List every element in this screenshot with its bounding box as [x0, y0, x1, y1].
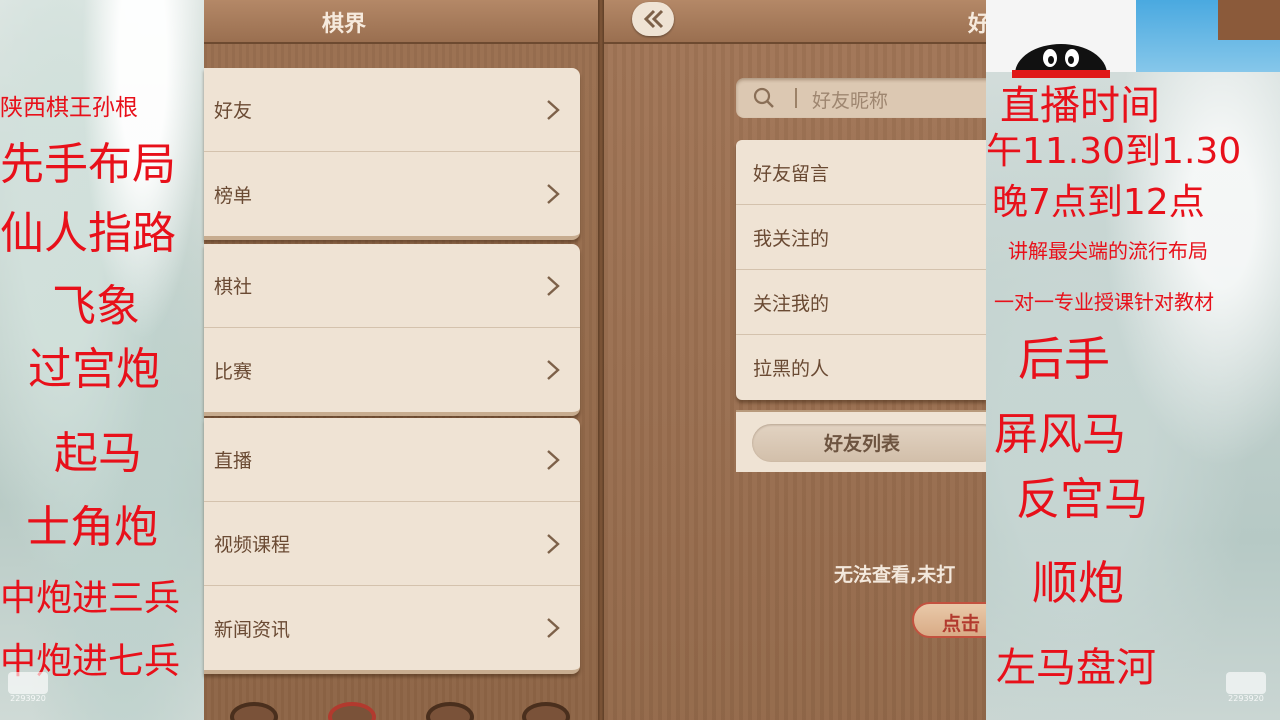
chevron-right-icon [547, 360, 560, 380]
menu-item-news[interactable]: 新闻资讯 [204, 586, 580, 670]
overlay-defense: 后手 [1018, 332, 1110, 386]
left-app-screen: 棋界 好友 榜单 棋社 比赛 直播 视频课程 新闻资讯 [204, 0, 598, 720]
search-input[interactable]: 好友昵称 [736, 78, 996, 118]
watermark: 2293920 [8, 672, 48, 703]
friend-menu-item-following[interactable]: 我关注的 [736, 205, 986, 270]
friend-menu-item-messages[interactable]: 好友留言 [736, 140, 986, 205]
watermark-logo-icon [1226, 672, 1266, 694]
overlay-opening: 飞象 [52, 281, 140, 332]
overlay-opening: 仙人指路 [0, 208, 176, 259]
empty-state-message: 无法查看,未打 [834, 564, 956, 586]
friend-list-button[interactable]: 好友列表 [752, 424, 1002, 462]
frame-edge [1218, 0, 1280, 40]
right-app-screen: 好 好友昵称 好友留言 我关注的 关注我的 拉黑的人 好友列表 无法查看,未打 … [604, 0, 1002, 720]
menu-item-label: 直播 [214, 450, 253, 472]
overlay-opening: 过宫炮 [28, 344, 160, 395]
bottom-nav-icon[interactable] [522, 702, 570, 720]
qq-penguin-icon [1012, 44, 1110, 78]
menu-item-label: 棋社 [214, 276, 253, 298]
overlay-note: 讲解最尖端的流行布局 [1008, 239, 1208, 263]
chevron-right-icon [547, 618, 560, 638]
friend-menu: 好友留言 我关注的 关注我的 拉黑的人 [736, 140, 986, 400]
chevron-right-icon [547, 449, 560, 470]
menu-item-label: 榜单 [214, 184, 253, 207]
action-button-label: 点击 [942, 613, 981, 635]
chevron-right-icon [547, 184, 560, 204]
right-overlay-panel: 直播时间 午11.30到1.30 晚7点到12点 讲解最尖端的流行布局 一对一专… [986, 0, 1280, 720]
bottom-nav-icon[interactable] [230, 702, 278, 720]
friend-list-bar: 好友列表 [736, 410, 1002, 472]
bottom-nav-icon[interactable] [328, 702, 376, 720]
chevron-right-icon [547, 275, 560, 296]
overlay-opening: 起马 [54, 428, 142, 479]
top-bar: 棋界 [204, 0, 598, 44]
overlay-defense: 左马盘河 [996, 645, 1156, 691]
search-placeholder: 好友昵称 [812, 90, 889, 112]
overlay-opening: 先手布局 [0, 139, 176, 190]
menu-item-friends[interactable]: 好友 [204, 68, 580, 152]
menu-group-3: 直播 视频课程 新闻资讯 [204, 418, 580, 674]
menu-item-clubs[interactable]: 棋社 [204, 244, 580, 328]
search-separator [795, 88, 797, 108]
menu-item-rankings[interactable]: 榜单 [204, 152, 580, 236]
menu-item-label: 新闻资讯 [214, 618, 291, 641]
overlay-schedule: 晚7点到12点 [992, 182, 1205, 223]
menu-item-video-courses[interactable]: 视频课程 [204, 502, 580, 586]
menu-item-matches[interactable]: 比赛 [204, 328, 580, 412]
top-bar: 好 [604, 0, 990, 44]
watermark-text: 2293920 [1228, 694, 1264, 703]
watermark: 2293920 [1226, 672, 1266, 703]
overlay-schedule: 午11.30到1.30 [986, 131, 1242, 172]
chevron-right-icon [547, 99, 560, 120]
menu-item-live[interactable]: 直播 [204, 418, 580, 502]
friend-menu-item-followers[interactable]: 关注我的 [736, 270, 986, 335]
menu-group-1: 好友 榜单 [204, 68, 580, 240]
overlay-defense: 屏风马 [994, 409, 1126, 460]
watermark-logo-icon [8, 672, 48, 694]
overlay-defense: 反宫马 [1016, 474, 1148, 525]
search-icon [753, 87, 774, 108]
menu-group-2: 棋社 比赛 [204, 244, 580, 416]
overlay-opening: 士角炮 [26, 502, 158, 553]
menu-item-label: 好友 [214, 100, 253, 122]
menu-item-label: 比赛 [214, 360, 253, 383]
back-button[interactable] [632, 2, 674, 36]
overlay-opening: 中炮进三兵 [0, 578, 181, 619]
overlay-title: 陕西棋王孙根 [0, 95, 138, 121]
page-title: 棋界 [322, 12, 367, 37]
watermark-text: 2293920 [10, 694, 46, 703]
chevron-right-icon [547, 533, 560, 554]
friend-menu-item-blocked[interactable]: 拉黑的人 [736, 335, 986, 400]
friend-list-label: 好友列表 [824, 433, 901, 455]
overlay-note: 一对一专业授课针对教材 [994, 290, 1214, 314]
overlay-heading: 直播时间 [1000, 83, 1160, 129]
left-overlay-panel: 陕西棋王孙根 先手布局 仙人指路 飞象 过宫炮 起马 士角炮 中炮进三兵 中炮进… [0, 0, 204, 720]
overlay-defense: 顺炮 [1032, 556, 1124, 610]
menu-item-label: 视频课程 [214, 534, 291, 556]
bottom-nav-icon[interactable] [426, 702, 474, 720]
back-arrow-icon [643, 9, 664, 29]
